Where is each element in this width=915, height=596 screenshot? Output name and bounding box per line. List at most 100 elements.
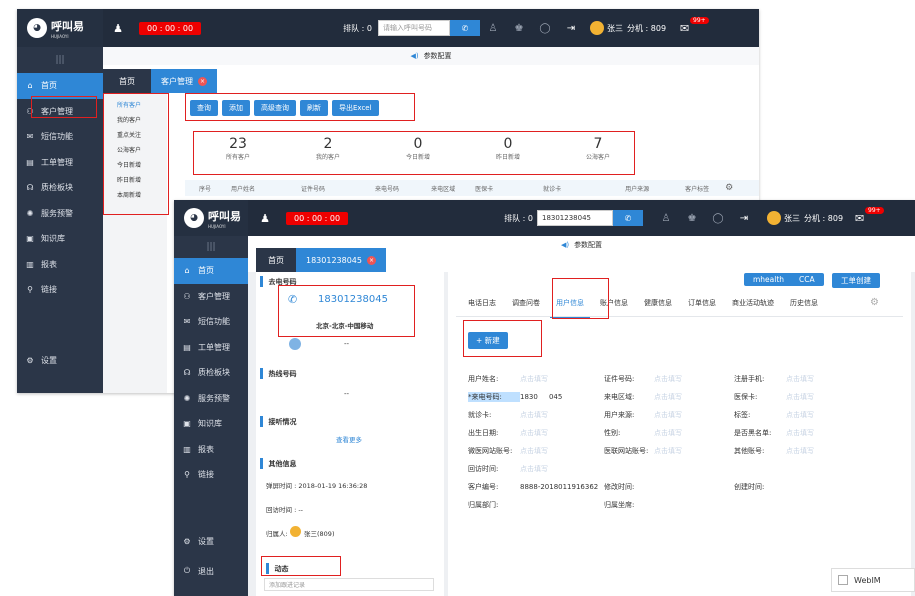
menu-toggle-icon[interactable]: |||	[174, 236, 248, 258]
group-icon[interactable]: ♚	[506, 23, 532, 34]
nav-link[interactable]: ⚲ 链接	[174, 462, 248, 488]
transfer-icon[interactable]: ♙	[653, 213, 679, 224]
close-icon[interactable]: ×	[367, 255, 376, 265]
col-header: 来电区域	[431, 185, 456, 193]
user-icon[interactable]: ♟	[113, 22, 123, 35]
phone-icon: ✆	[461, 23, 469, 33]
field-label: 性别:	[604, 429, 621, 437]
wedoctor-account-field[interactable]: 点击填写	[520, 446, 604, 456]
blacklist-field[interactable]: 点击填写	[786, 428, 814, 438]
nav-label: 短信功能	[41, 132, 73, 142]
app-logo: ◕ 呼叫易 HUJIAOYI	[17, 9, 103, 47]
tab-order-info[interactable]: 订单信息	[682, 298, 722, 318]
settings-bar[interactable]: ◀) 参数配置	[103, 47, 759, 65]
call-button[interactable]: ✆	[449, 20, 480, 36]
customer-icon: ⚇	[183, 291, 191, 301]
nav-quality[interactable]: ☊ 质检板块	[174, 360, 248, 386]
nav-alert[interactable]: ✺ 服务预警	[17, 201, 103, 227]
view-more-link[interactable]: 查看更多	[336, 434, 362, 444]
nav-label: 报表	[198, 444, 214, 454]
tab-home[interactable]: 首页	[256, 248, 296, 272]
tab-health-info[interactable]: 健康信息	[638, 298, 678, 318]
avatar[interactable]	[589, 21, 604, 35]
chart-icon: ▥	[26, 259, 34, 269]
field-label: 其他账号:	[734, 447, 765, 455]
tab-call-log[interactable]: 电话日志	[462, 298, 502, 318]
nav-knowledge[interactable]: ▣ 知识库	[174, 411, 248, 437]
nav-customer-management[interactable]: ⚇ 客户管理	[174, 284, 248, 310]
nav-link[interactable]: ⚲ 链接	[17, 277, 103, 303]
field-label: 就诊卡:	[468, 411, 492, 419]
ticket-create-button[interactable]: 工单创建	[832, 273, 880, 288]
nav-ticket[interactable]: ▤ 工单管理	[174, 335, 248, 361]
mail-badge: 99+	[690, 16, 709, 24]
gear-icon[interactable]: ⚙	[870, 297, 879, 308]
tab-customer[interactable]: 客户管理 ×	[151, 69, 217, 93]
nav-knowledge[interactable]: ▣ 知识库	[17, 226, 103, 252]
tab-history[interactable]: 历史信息	[784, 298, 824, 318]
nav-alert[interactable]: ✺ 服务预警	[174, 386, 248, 412]
medlink-account-field[interactable]: 点击填写	[654, 446, 734, 456]
mhealth-button[interactable]: mhealth	[744, 273, 794, 286]
user-icon[interactable]: ♟	[260, 212, 270, 225]
name-field[interactable]: 点击填写	[520, 374, 604, 384]
tab-label: 客户管理	[161, 76, 193, 86]
menu-toggle-icon[interactable]: |||	[17, 47, 103, 73]
tab-business-track[interactable]: 商业活动轨迹	[726, 298, 780, 318]
nav-home[interactable]: ⌂ 首页	[174, 258, 248, 284]
mail-badge: 99+	[865, 206, 884, 214]
register-phone-field[interactable]: 点击填写	[786, 374, 814, 384]
hangup-icon[interactable]: ◯	[705, 213, 731, 224]
cca-button[interactable]: CCA	[790, 273, 824, 286]
webim-icon	[838, 575, 848, 585]
region-field[interactable]: 点击填写	[654, 392, 734, 402]
info-tabs: 电话日志 调查问卷 用户信息 账户信息 健康信息 订单信息 商业活动轨迹 历史信…	[462, 298, 824, 318]
mail-icon[interactable]: ✉ 99+	[680, 16, 709, 35]
col-header: 医保卡	[475, 185, 494, 193]
exit-icon[interactable]: ⇥	[731, 213, 757, 224]
id-field[interactable]: 点击填写	[654, 374, 734, 384]
dial-input[interactable]: 请输入呼叫号码	[377, 20, 450, 36]
back-topbar: ♟ 00 : 00 : 00 排队 : 0 请输入呼叫号码 ✆ ♙ ♚ ◯ ⇥ …	[103, 9, 759, 47]
nav-report[interactable]: ▥ 报表	[174, 437, 248, 463]
birthday-field[interactable]: 点击填写	[520, 428, 604, 438]
gender-field[interactable]: 点击填写	[654, 428, 734, 438]
nav-logout[interactable]: ⏻ 退出	[174, 559, 248, 585]
avatar[interactable]	[766, 211, 781, 225]
nav-label: 服务预警	[41, 208, 73, 218]
nav-report[interactable]: ▥ 报表	[17, 252, 103, 278]
transfer-icon[interactable]: ♙	[480, 23, 506, 34]
nav-settings[interactable]: ⚙ 设置	[17, 348, 103, 374]
insurance-card-field[interactable]: 点击填写	[786, 392, 814, 402]
tab-home[interactable]: 首页	[103, 69, 151, 93]
visit-card-field[interactable]: 点击填写	[520, 410, 604, 420]
call-button[interactable]: ✆	[612, 210, 643, 226]
close-icon[interactable]: ×	[198, 76, 207, 86]
nav-home[interactable]: ⌂ 首页	[17, 73, 103, 99]
group-icon[interactable]: ♚	[679, 213, 705, 224]
callback-time-field[interactable]: 点击填写	[520, 464, 604, 474]
other-account-field[interactable]: 点击填写	[786, 446, 814, 456]
other-title: 其他信息	[260, 458, 297, 469]
add-follow-input[interactable]: 添加跟进记录	[264, 578, 434, 591]
gear-icon[interactable]: ⚙	[725, 183, 733, 193]
exit-icon[interactable]: ⇥	[558, 23, 584, 34]
nav-quality[interactable]: ☊ 质检板块	[17, 175, 103, 201]
nav-settings[interactable]: ⚙ 设置	[174, 529, 248, 555]
mail-icon[interactable]: ✉ 99+	[855, 206, 884, 225]
tab-caller[interactable]: 18301238045 ×	[296, 248, 386, 272]
tag-field[interactable]: 点击填写	[786, 410, 814, 420]
incoming-number-field[interactable]: 1830 045	[520, 393, 604, 401]
nav-ticket[interactable]: ▤ 工单管理	[17, 150, 103, 176]
hangup-icon[interactable]: ◯	[532, 23, 558, 34]
dial-input[interactable]: 18301238045	[536, 210, 613, 226]
webim-widget[interactable]: WebIM	[831, 568, 915, 592]
call-timer: 00 : 00 : 00	[139, 21, 202, 35]
alert-icon: ✺	[26, 208, 34, 218]
owner-avatar	[290, 526, 301, 537]
nav-sms[interactable]: ✉ 短信功能	[17, 124, 103, 150]
nav-sms[interactable]: ✉ 短信功能	[174, 309, 248, 335]
col-header: 用户姓名	[231, 185, 256, 193]
tab-survey[interactable]: 调查问卷	[506, 298, 546, 318]
source-field[interactable]: 点击填写	[654, 410, 734, 420]
